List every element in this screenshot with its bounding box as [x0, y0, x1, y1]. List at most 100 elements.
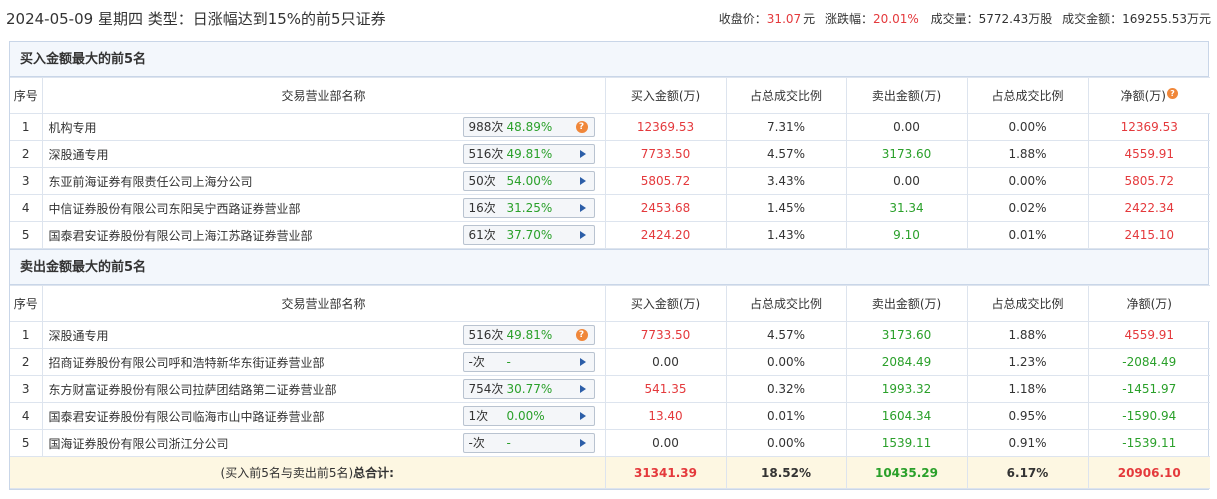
sell-amount: 1604.34 — [845, 402, 968, 430]
net-amount: -1451.97 — [1087, 375, 1210, 403]
branch-name[interactable]: 国泰君安证券股份有限公司上海江苏路证券营业部 — [49, 227, 313, 244]
sell-amount: 3173.60 — [845, 321, 968, 349]
row-index: 2 — [10, 140, 43, 168]
appearance-badge[interactable]: 61次 37.70% — [462, 225, 595, 245]
branch-name[interactable]: 东亚前海证券有限责任公司上海分公司 — [49, 173, 253, 190]
question-icon[interactable]: ? — [575, 329, 588, 341]
buy-ratio: 7.31% — [725, 113, 847, 141]
sell-ratio: 0.95% — [966, 402, 1089, 430]
total-sell-ratio: 6.17% — [966, 456, 1089, 489]
change-label: 涨跌幅： — [825, 12, 874, 26]
appearance-badge[interactable]: 754次 30.77% — [462, 379, 595, 399]
appearance-badge[interactable]: 516次 49.81%? — [462, 325, 595, 345]
appearance-badge[interactable]: 50次 54.00% — [462, 171, 595, 191]
branch-name[interactable]: 招商证券股份有限公司呼和浩特新华东街证券营业部 — [49, 354, 325, 371]
buy-ratio: 4.57% — [725, 140, 847, 168]
branch-name[interactable]: 国泰君安证券股份有限公司临海市山中路证券营业部 — [49, 408, 325, 425]
branch-name[interactable]: 深股通专用 — [49, 327, 109, 344]
appearance-count: -次 — [468, 436, 485, 450]
appearance-badge[interactable]: 1次 0.00% — [462, 406, 595, 426]
row-index: 3 — [10, 375, 43, 403]
branch-name-cell: 东亚前海证券有限责任公司上海分公司 50次 54.00% — [41, 167, 606, 195]
arrow-right-icon[interactable] — [579, 177, 586, 185]
sell-amount: 9.10 — [845, 221, 968, 249]
buy-amount: 2453.68 — [604, 194, 727, 222]
col-sell-amount[interactable]: 卖出金额(万) — [845, 77, 968, 114]
table-row: 4 国泰君安证券股份有限公司临海市山中路证券营业部 1次 0.00% 13.40 0.01… — [10, 402, 1210, 430]
buy-amount: 5805.72 — [604, 167, 727, 195]
win-rate: 37.70% — [506, 228, 553, 242]
col-buy-ratio[interactable]: 占总成交比例 — [725, 77, 847, 114]
sell-amount: 1993.32 — [845, 375, 968, 403]
table-row: 4 中信证券股份有限公司东阳吴宁西路证券营业部 16次 31.25% 2453.68 1.… — [10, 194, 1210, 222]
branch-name-cell: 深股通专用 516次 49.81% — [41, 140, 606, 168]
appearance-count: 988次 — [468, 120, 504, 134]
appearance-count: 516次 — [468, 328, 504, 342]
close-price-label: 收盘价： — [718, 12, 767, 26]
table-row: 3 东亚前海证券有限责任公司上海分公司 50次 54.00% 5805.72 3.43% 0… — [10, 167, 1210, 195]
appearance-badge[interactable]: 988次 48.89%? — [462, 117, 595, 137]
arrow-right-icon[interactable] — [579, 358, 586, 366]
table-row: 1 机构专用 988次 48.89%? 12369.53 7.31% 0.00 0.00% 12… — [10, 113, 1210, 141]
col-buy-ratio[interactable]: 占总成交比例 — [725, 285, 847, 322]
net-amount: -1539.11 — [1087, 429, 1210, 457]
sell-table-header: 序号 交易营业部名称 买入金额(万) 占总成交比例 卖出金额(万) 占总成交比例… — [10, 285, 1210, 322]
question-icon[interactable]: ? — [1166, 88, 1178, 99]
buy-ratio: 3.43% — [725, 167, 847, 195]
buy-top5-panel: 买入金额最大的前5名 序号 交易营业部名称 买入金额(万) 占总成交比例 卖出金… — [9, 41, 1210, 250]
branch-name[interactable]: 机构专用 — [49, 119, 97, 136]
buy-section-title: 买入金额最大的前5名 — [10, 42, 1208, 77]
row-index: 1 — [10, 113, 43, 141]
col-sell-ratio[interactable]: 占总成交比例 — [966, 77, 1089, 114]
total-label-prefix: (买入前5名与卖出前5名) — [220, 466, 354, 480]
branch-name[interactable]: 深股通专用 — [49, 146, 109, 163]
col-buy-amount[interactable]: 买入金额(万) — [604, 285, 727, 322]
arrow-right-icon[interactable] — [579, 231, 586, 239]
appearance-badge[interactable]: 516次 49.81% — [462, 144, 595, 164]
close-price-value: 31.07 — [766, 12, 802, 26]
arrow-right-icon[interactable] — [579, 150, 586, 158]
buy-ratio: 1.45% — [725, 194, 847, 222]
buy-ratio: 0.01% — [725, 402, 847, 430]
col-net-label: 净额(万) — [1120, 89, 1166, 103]
sell-ratio: 1.18% — [966, 375, 1089, 403]
question-icon[interactable]: ? — [575, 121, 588, 133]
buy-ratio: 1.43% — [725, 221, 847, 249]
appearance-count: 50次 — [468, 174, 496, 188]
sell-table: 序号 交易营业部名称 买入金额(万) 占总成交比例 卖出金额(万) 占总成交比例… — [10, 285, 1210, 489]
appearance-count: -次 — [468, 355, 485, 369]
branch-name-cell: 国泰君安证券股份有限公司上海江苏路证券营业部 61次 37.70% — [41, 221, 606, 249]
col-sell-ratio[interactable]: 占总成交比例 — [966, 285, 1089, 322]
arrow-right-icon[interactable] — [579, 439, 586, 447]
win-rate: 49.81% — [506, 328, 553, 342]
appearance-badge[interactable]: -次 - — [462, 352, 595, 372]
appearance-badge[interactable]: -次 - — [462, 433, 595, 453]
win-rate: - — [506, 436, 511, 450]
page-title: 2024-05-09 星期四 类型：日涨幅达到15%的前5只证券 — [6, 10, 386, 28]
amount-label: 成交金额： — [1062, 12, 1123, 26]
total-label-bold: 总合计: — [353, 466, 394, 480]
col-sell-amount[interactable]: 卖出金额(万) — [845, 285, 968, 322]
sell-ratio: 0.00% — [966, 167, 1089, 195]
branch-name[interactable]: 东方财富证券股份有限公司拉萨团结路第二证券营业部 — [49, 381, 337, 398]
appearance-badge[interactable]: 16次 31.25% — [462, 198, 595, 218]
arrow-right-icon[interactable] — [579, 204, 586, 212]
col-net-amount[interactable]: 净额(万)? — [1087, 77, 1210, 114]
arrow-right-icon[interactable] — [579, 412, 586, 420]
col-buy-amount[interactable]: 买入金额(万) — [604, 77, 727, 114]
branch-name[interactable]: 国海证券股份有限公司浙江分公司 — [49, 435, 229, 452]
buy-amount: 7733.50 — [604, 140, 727, 168]
col-net-amount[interactable]: 净额(万) — [1087, 285, 1210, 322]
sell-amount: 3173.60 — [845, 140, 968, 168]
volume-value: 5772.43万股 — [978, 12, 1053, 26]
sell-ratio: 0.01% — [966, 221, 1089, 249]
buy-amount: 2424.20 — [604, 221, 727, 249]
arrow-right-icon[interactable] — [579, 385, 586, 393]
appearance-count: 754次 — [468, 382, 504, 396]
appearance-count: 516次 — [468, 147, 504, 161]
branch-name[interactable]: 中信证券股份有限公司东阳吴宁西路证券营业部 — [49, 200, 301, 217]
branch-name-cell: 国泰君安证券股份有限公司临海市山中路证券营业部 1次 0.00% — [41, 402, 606, 430]
col-branch-name: 交易营业部名称 — [41, 285, 606, 322]
branch-name-cell: 深股通专用 516次 49.81%? — [41, 321, 606, 349]
net-amount: 2415.10 — [1087, 221, 1210, 249]
